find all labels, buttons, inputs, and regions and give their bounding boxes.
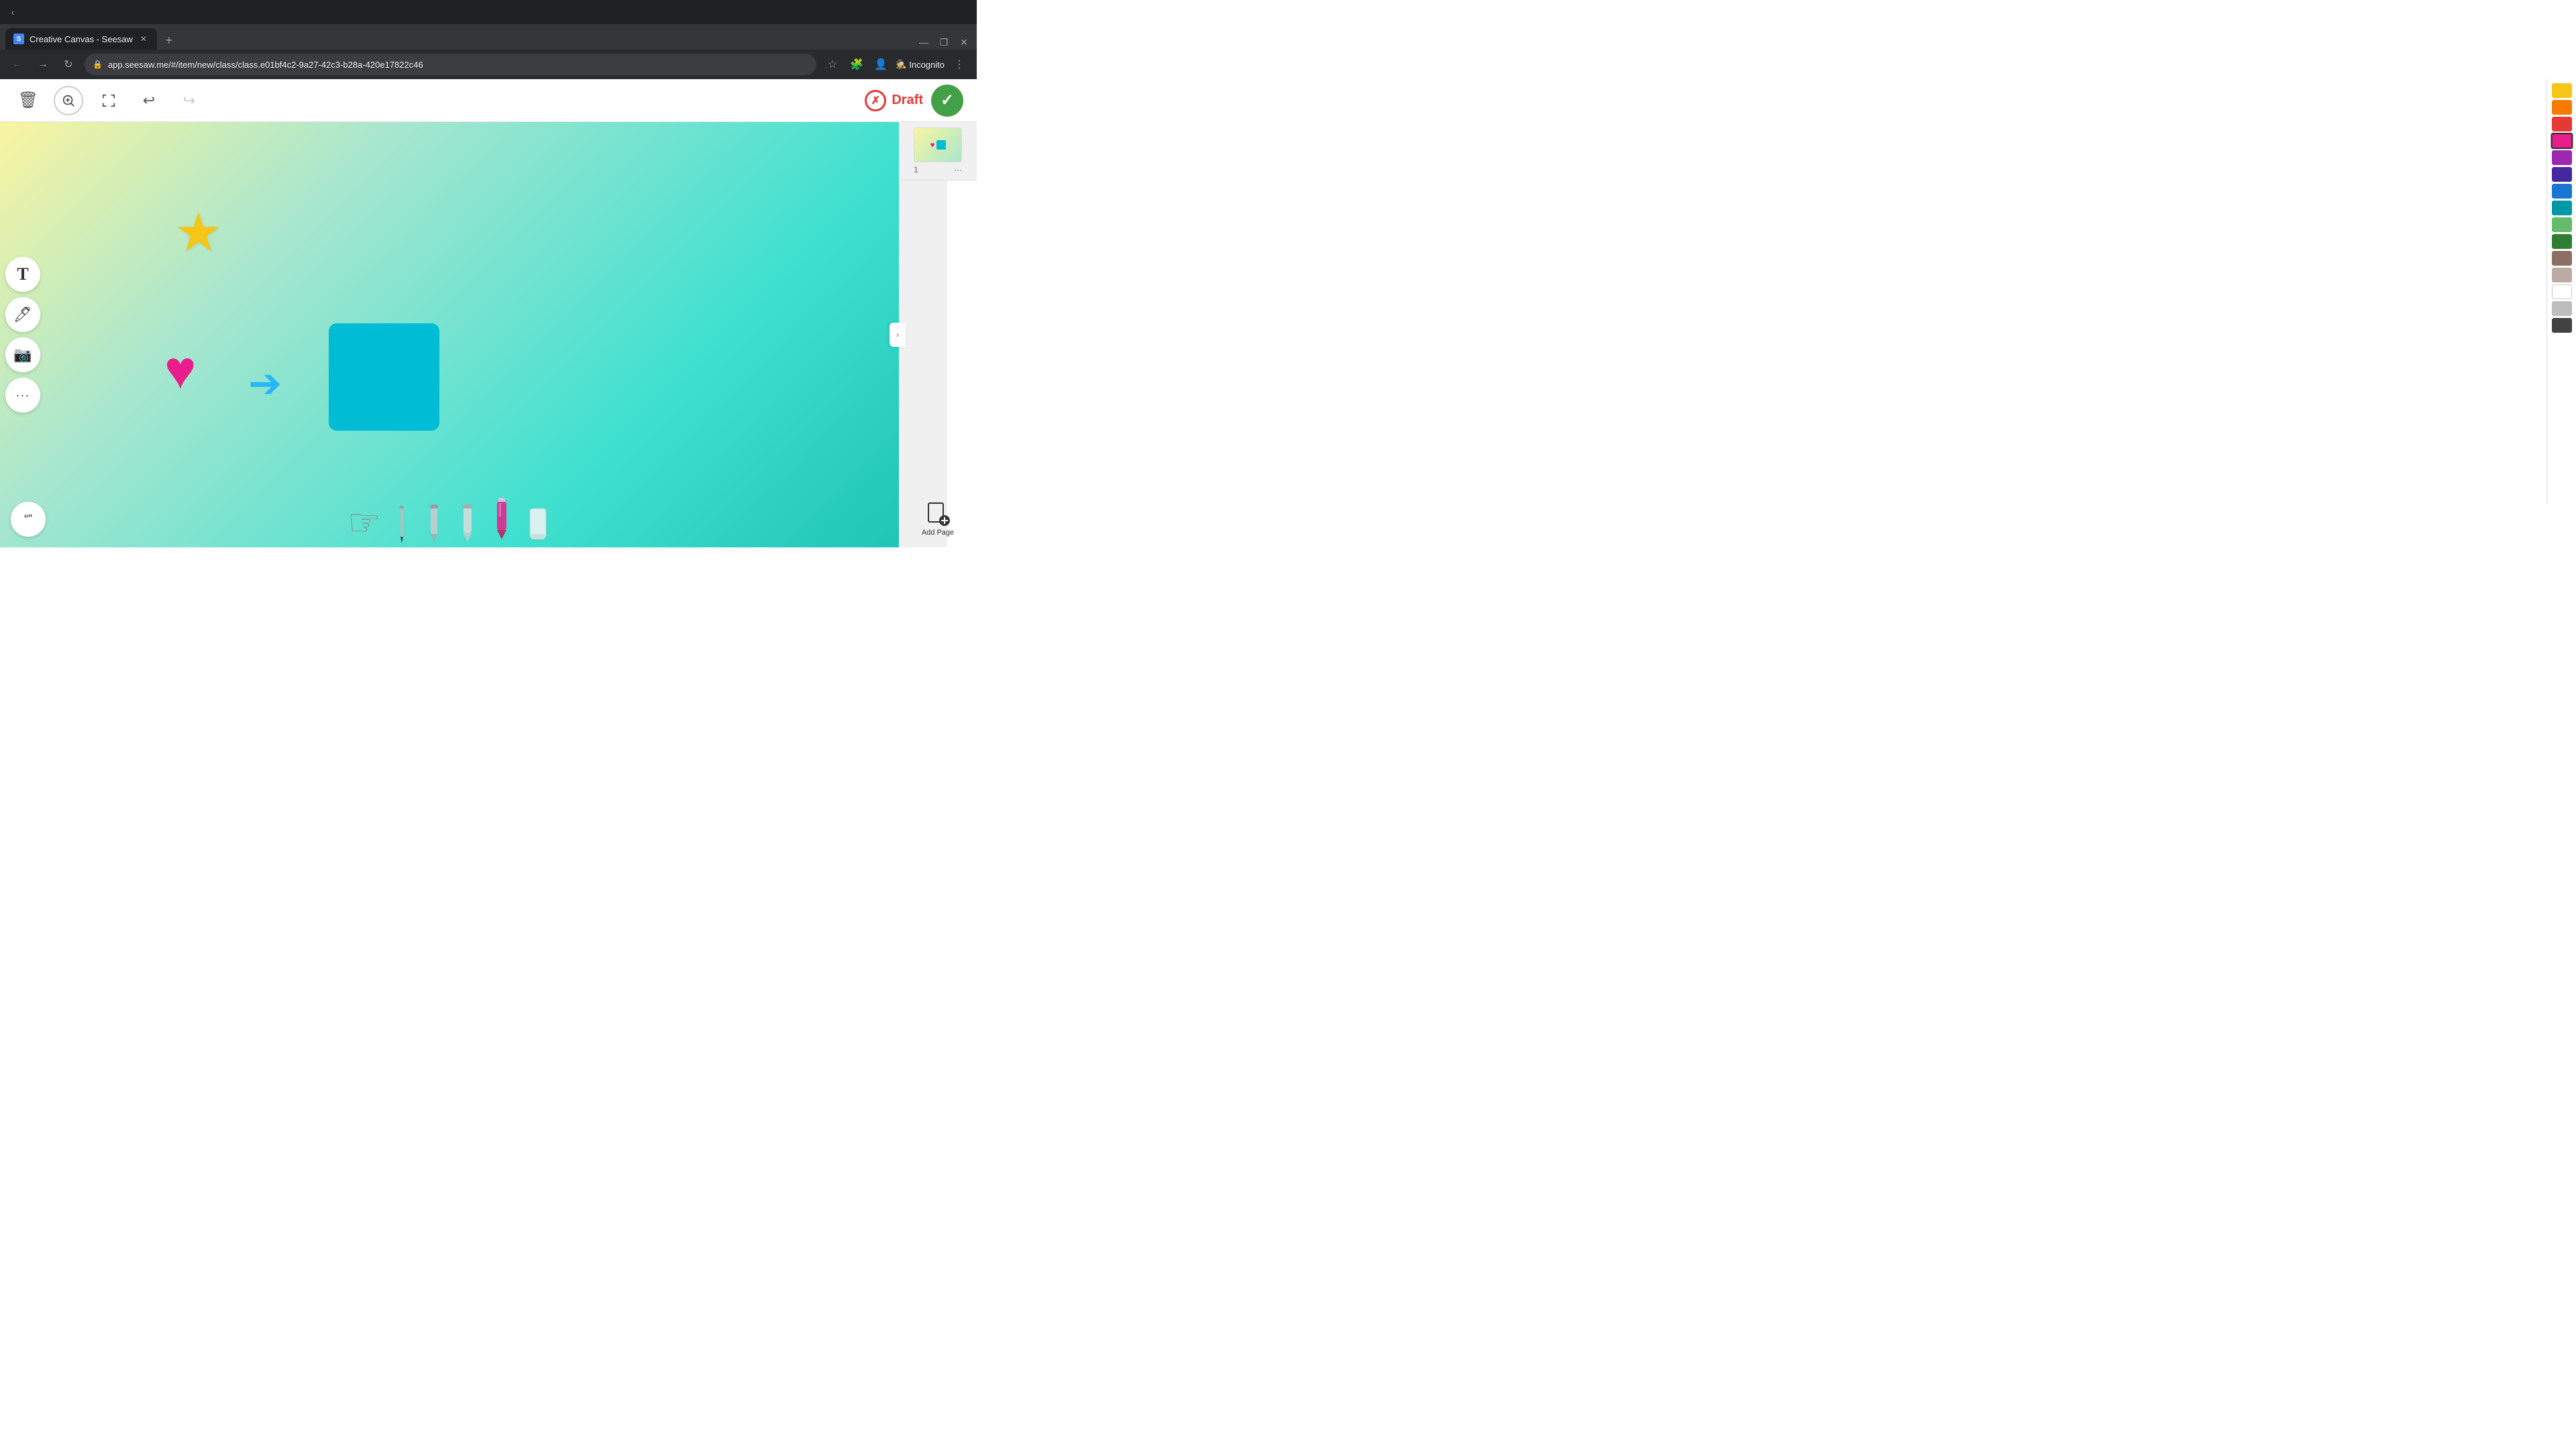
tab-bar: S Creative Canvas - Seesaw ✕ + — ❐ ✕: [0, 24, 977, 50]
incognito-label: 🕵 Incognito: [896, 59, 945, 70]
fullscreen-btn[interactable]: [94, 86, 123, 115]
reload-btn[interactable]: ↻: [59, 55, 78, 74]
main-layout: T 🖊 📷 ··· ★ ♥ ➔ “”: [0, 122, 977, 547]
window-controls: — ❐ ✕: [916, 35, 971, 50]
color-green[interactable]: [2552, 234, 2572, 249]
highlighter-btn[interactable]: [456, 503, 479, 545]
add-page-label: Add Page: [922, 529, 954, 537]
pen-icon: 🖊: [13, 306, 32, 323]
thin-pencil-btn[interactable]: [392, 504, 412, 545]
draft-circle-icon: ✗: [865, 90, 886, 111]
text-tool-btn[interactable]: T: [5, 257, 40, 292]
page-number: 1: [914, 165, 918, 174]
more-icon: ···: [16, 388, 30, 402]
thumb-rect-icon: [936, 140, 946, 150]
quote-tool-btn[interactable]: “”: [11, 502, 46, 537]
back-btn[interactable]: ←: [8, 55, 27, 74]
color-palette-sidebar: [2546, 79, 2576, 504]
undo-btn[interactable]: ↩: [134, 86, 164, 115]
thumb-heart-icon: ♥: [930, 140, 934, 150]
highlighter-icon: [456, 503, 479, 545]
drawing-canvas[interactable]: T 🖊 📷 ··· ★ ♥ ➔ “”: [0, 122, 899, 547]
color-white[interactable]: [2552, 284, 2572, 299]
minimize-btn[interactable]: —: [916, 35, 931, 50]
delete-btn[interactable]: 🗑: [13, 86, 43, 115]
pink-marker-btn[interactable]: [490, 498, 514, 545]
maximize-btn[interactable]: ❐: [936, 35, 951, 50]
color-red[interactable]: [2552, 117, 2572, 131]
url-text: app.seesaw.me/#/item/new/class/class.e01…: [108, 60, 423, 70]
page-thumb-footer: 1 ···: [914, 165, 962, 174]
star-shape[interactable]: ★: [174, 206, 223, 260]
browser-actions: ☆ 🧩 👤 🕵 Incognito ⋮: [823, 55, 969, 74]
page-1-thumbnail[interactable]: ♥: [914, 127, 962, 162]
color-light-brown[interactable]: [2552, 268, 2572, 282]
color-brown[interactable]: [2552, 251, 2572, 266]
color-light-green[interactable]: [2552, 217, 2572, 232]
heart-shape[interactable]: ♥: [164, 343, 197, 397]
menu-btn[interactable]: ⋮: [950, 55, 969, 74]
thumbnail-content: ♥: [930, 140, 945, 150]
text-icon: T: [17, 264, 28, 284]
camera-icon: 📷: [13, 346, 32, 364]
marker-icon: [423, 503, 445, 545]
page-thumbnail-section: › ♥ 1 ···: [899, 122, 977, 180]
eraser-btn[interactable]: [525, 503, 551, 545]
toolbar-left: 🗑 ↩ ↪: [13, 86, 204, 115]
tab-close-btn[interactable]: ✕: [138, 34, 149, 44]
profile-btn[interactable]: 👤: [871, 55, 890, 74]
tab-favicon: S: [13, 34, 24, 44]
bookmark-btn[interactable]: ☆: [823, 55, 842, 74]
zoom-in-btn[interactable]: [54, 86, 83, 115]
bottom-tools-bar: ☞: [347, 498, 551, 547]
app-toolbar: 🗑 ↩ ↪ ✗ Draft ✓: [0, 79, 977, 122]
active-tab[interactable]: S Creative Canvas - Seesaw ✕: [5, 28, 157, 50]
color-dark-purple[interactable]: [2552, 167, 2572, 182]
canvas-area[interactable]: T 🖊 📷 ··· ★ ♥ ➔ “”: [0, 122, 899, 547]
forward-btn[interactable]: →: [34, 55, 52, 74]
thin-pencil-icon: [392, 504, 412, 545]
color-yellow[interactable]: [2552, 83, 2572, 98]
url-bar[interactable]: 🔒 app.seesaw.me/#/item/new/class/class.e…: [85, 54, 816, 75]
lock-icon: 🔒: [93, 60, 103, 69]
color-purple[interactable]: [2552, 150, 2572, 165]
eraser-icon: [525, 503, 551, 545]
rectangle-shape[interactable]: [329, 323, 439, 431]
add-page-icon: [926, 502, 950, 526]
redo-btn[interactable]: ↪: [174, 86, 204, 115]
arrow-shape[interactable]: ➔: [248, 364, 282, 404]
quote-icon: “”: [24, 513, 32, 527]
tab-title: Creative Canvas - Seesaw: [30, 34, 133, 44]
draft-btn[interactable]: ✗ Draft: [865, 90, 923, 111]
color-orange[interactable]: [2552, 100, 2572, 115]
submit-icon: ✓: [941, 91, 954, 110]
close-btn[interactable]: ✕: [957, 35, 971, 50]
address-bar: ← → ↻ 🔒 app.seesaw.me/#/item/new/class/c…: [0, 50, 977, 79]
add-page-btn[interactable]: Add Page: [911, 502, 965, 537]
pen-tool-btn[interactable]: 🖊: [5, 297, 40, 332]
color-palette: [947, 180, 977, 547]
right-sidebar: › ♥ 1 ··· Add Page: [899, 122, 977, 547]
color-light-gray[interactable]: [2552, 301, 2572, 316]
submit-btn[interactable]: ✓: [931, 85, 963, 117]
pink-marker-active-icon: [490, 498, 514, 545]
marker-btn[interactable]: [423, 503, 445, 545]
tab-back-btn[interactable]: ‹: [5, 5, 20, 19]
toolbar-right: ✗ Draft ✓: [865, 85, 963, 117]
color-cyan[interactable]: [2552, 201, 2572, 215]
new-tab-btn[interactable]: +: [160, 31, 178, 50]
color-magenta-active[interactable]: [2551, 133, 2573, 149]
page-more-btn[interactable]: ···: [954, 165, 962, 174]
hand-cursor-icon: ☞: [347, 500, 381, 545]
color-blue[interactable]: [2552, 184, 2572, 199]
extensions-btn[interactable]: 🧩: [847, 55, 866, 74]
left-tools-panel: T 🖊 📷 ···: [0, 252, 46, 418]
more-tools-btn[interactable]: ···: [5, 378, 40, 413]
color-dark-gray[interactable]: [2552, 318, 2572, 333]
browser-titlebar: ‹: [0, 0, 977, 24]
panel-expand-btn[interactable]: ›: [890, 323, 906, 347]
draft-label: Draft: [892, 93, 923, 108]
cursor-tool-btn[interactable]: ☞: [347, 500, 381, 545]
camera-tool-btn[interactable]: 📷: [5, 337, 40, 372]
